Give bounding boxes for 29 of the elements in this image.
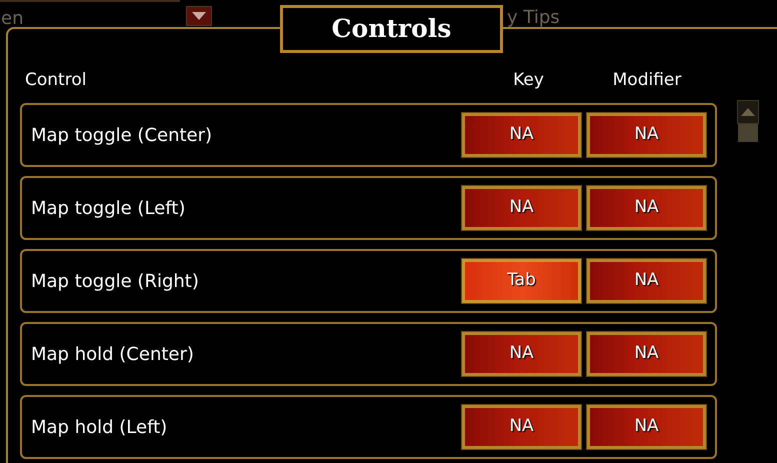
key-binding-button[interactable]: NA	[587, 332, 706, 376]
scrollbar-thumb[interactable]	[738, 124, 758, 142]
control-label: Map toggle (Right)	[31, 270, 200, 294]
dialog-title: Controls	[280, 5, 503, 53]
background-text: en	[1, 8, 24, 30]
control-label: Map toggle (Left)	[31, 196, 186, 220]
background-text: y Tips	[507, 7, 560, 29]
control-label: Map toggle (Center)	[31, 124, 214, 148]
key-binding-button[interactable]: NA	[587, 186, 706, 230]
control-row[interactable]: Map toggle (Left) NA NA	[20, 176, 717, 240]
control-row[interactable]: Map toggle (Center) NA NA	[20, 103, 717, 167]
column-header: Control	[24, 69, 88, 92]
control-row[interactable]: Map hold (Center) NA NA	[20, 322, 717, 386]
control-row[interactable]: Map toggle (Right) Tab NA	[20, 249, 717, 313]
key-binding-button[interactable]: Tab	[462, 259, 581, 303]
key-binding-button[interactable]: NA	[587, 113, 706, 157]
key-binding-button[interactable]: NA	[462, 113, 581, 157]
control-label: Map hold (Left)	[31, 416, 168, 440]
key-binding-button[interactable]: NA	[462, 405, 581, 449]
column-header: Key	[512, 69, 545, 92]
column-header: Modifier	[612, 69, 682, 92]
control-row[interactable]: Map hold (Left) NA NA	[20, 395, 717, 459]
scroll-up-button[interactable]	[737, 100, 759, 124]
up-arrow-icon	[741, 108, 755, 116]
control-label: Map hold (Center)	[31, 342, 195, 366]
key-binding-button[interactable]: NA	[587, 405, 706, 449]
key-binding-button[interactable]: NA	[462, 332, 581, 376]
key-binding-button[interactable]: NA	[587, 259, 706, 303]
key-binding-button[interactable]: NA	[462, 186, 581, 230]
